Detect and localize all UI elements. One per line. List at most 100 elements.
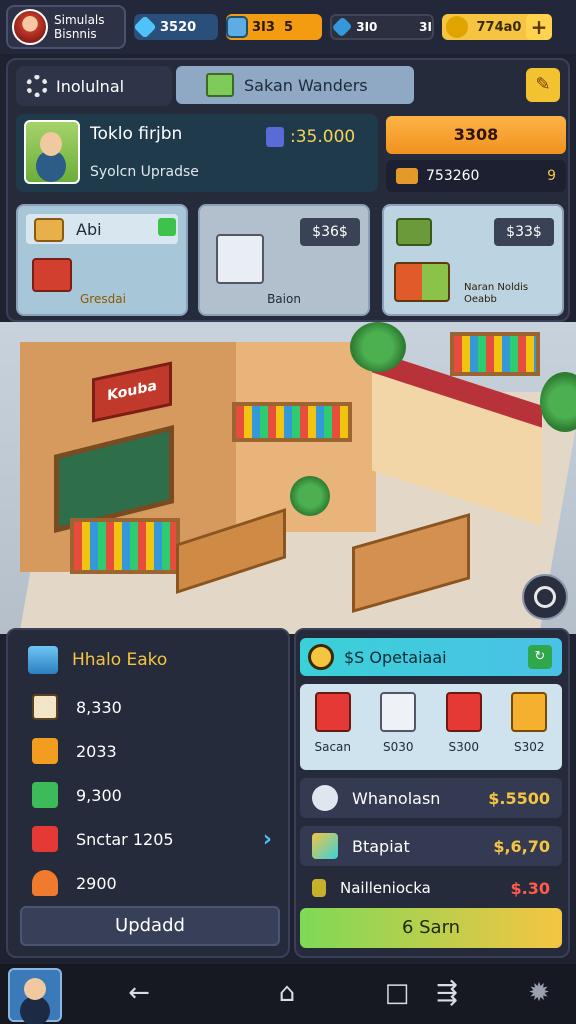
recent-icon[interactable]: □ xyxy=(380,978,414,1008)
bank-counter: 3I3 5 xyxy=(226,14,322,40)
gold-action-button[interactable]: 3308 xyxy=(386,116,566,154)
op-item-2[interactable]: S030 xyxy=(368,692,428,770)
tools-button[interactable]: ✎ xyxy=(526,68,560,102)
gear-icon xyxy=(26,75,48,97)
crystal-counter: 3I0 3I xyxy=(330,14,434,40)
chevron-right-icon[interactable]: › xyxy=(263,827,272,852)
calendar-icon xyxy=(32,826,58,852)
crate-icon xyxy=(206,73,234,97)
op-item-4-label: S302 xyxy=(513,740,545,754)
basket-icon xyxy=(32,258,72,292)
stock-stat: 753260 9 xyxy=(386,160,566,192)
brand-badge[interactable]: Simulals Bisnnis xyxy=(6,5,126,49)
profile-avatar-button[interactable] xyxy=(8,968,62,1022)
home-icon xyxy=(32,870,58,896)
brand-line-1: Simulals xyxy=(54,13,105,27)
op-item-3-label: S300 xyxy=(448,740,480,754)
shop-card-3[interactable]: $33$ Naran Noldis Oeabb xyxy=(382,204,564,316)
refresh-button[interactable]: ↻ xyxy=(528,645,552,669)
card-3-price: $33$ xyxy=(494,218,554,246)
card-2-label: Baion xyxy=(267,292,301,306)
stock-value: 753260 xyxy=(426,168,480,184)
stat-row-3[interactable]: 9,300 xyxy=(32,782,272,808)
jars-icon xyxy=(394,262,450,302)
op-row-3-label: Nailleniocka xyxy=(340,879,431,897)
store-scene[interactable]: Kouba xyxy=(0,322,576,634)
shop-card-1[interactable]: Abi Gresdai xyxy=(16,204,188,316)
earn-button[interactable]: 6 Sarn xyxy=(300,908,562,948)
op-item-2-label: S030 xyxy=(382,740,414,754)
crystal-icon xyxy=(331,16,353,38)
card-1-title: Abi xyxy=(76,219,102,239)
operations-panel: $S Opetaiaai ↻ Sacan S030 S300 S302 Whan… xyxy=(294,628,570,958)
target-icon xyxy=(534,586,556,608)
tab-main-label: Inolulnal xyxy=(56,76,125,96)
stats-panel: Hhalo Eako 8,330 2033 9,300 Snctar 1205 … xyxy=(6,628,290,958)
op-item-3[interactable]: S300 xyxy=(434,692,494,770)
op-row-3[interactable]: Nailleniocka $.30 xyxy=(300,868,562,908)
box-icon xyxy=(380,692,417,732)
locate-button[interactable] xyxy=(522,574,568,620)
crate-icon xyxy=(396,218,432,246)
person-icon xyxy=(312,785,338,811)
right-shelf[interactable] xyxy=(450,332,540,376)
manager-value-text: :35.000 xyxy=(290,127,356,147)
tab-main[interactable]: Inolulnal xyxy=(16,66,172,106)
tab-second[interactable]: Sakan Wanders xyxy=(176,66,414,104)
coin-icon xyxy=(446,16,468,38)
add-coins-button[interactable]: + xyxy=(526,14,552,40)
bank-value: 3I3 5 xyxy=(252,19,294,35)
op-item-1-label: Sacan xyxy=(314,740,352,754)
update-button[interactable]: Updadd xyxy=(20,906,280,946)
share-icon[interactable]: ⇶ xyxy=(430,978,464,1008)
top-bar: Simulals Bisnnis 3520 3I3 5 3I0 3I 774a0… xyxy=(0,0,576,54)
stat-row-2[interactable]: 2033 xyxy=(32,738,272,764)
cube-icon xyxy=(28,646,58,674)
stat-row-3-value: 9,300 xyxy=(76,785,122,805)
shop-card-2[interactable]: $36$ Baion xyxy=(198,204,370,316)
settings-icon[interactable]: ✹ xyxy=(522,978,556,1008)
plant-2 xyxy=(350,322,406,372)
system-upgrade-label: Syolcn Upradse xyxy=(90,164,199,180)
op-item-4[interactable]: S302 xyxy=(499,692,559,770)
ledger-icon xyxy=(32,782,58,808)
back-icon[interactable]: ← xyxy=(122,978,156,1008)
key-icon xyxy=(312,879,326,897)
stat-row-2-value: 2033 xyxy=(76,741,117,761)
wrench-icon: ✎ xyxy=(535,74,551,95)
coin-counter: 774a0 + xyxy=(442,14,552,40)
card-2-price: $36$ xyxy=(300,218,360,246)
op-row-2-label: Btapiat xyxy=(352,836,410,856)
plant-1 xyxy=(290,476,330,516)
stat-row-5[interactable]: 2900 xyxy=(32,870,272,896)
left-shelf[interactable] xyxy=(70,518,180,574)
operations-header: $S Opetaiaai ↻ xyxy=(300,638,562,676)
op-row-1[interactable]: Whanolasn $.5500 xyxy=(300,778,562,818)
manager-portrait xyxy=(24,120,80,184)
refresh-icon: ↻ xyxy=(534,649,546,664)
brand-title: Simulals Bisnnis xyxy=(54,13,105,41)
op-item-1[interactable]: Sacan xyxy=(303,692,363,770)
gem-icon xyxy=(133,15,157,39)
player-avatar xyxy=(12,9,48,45)
back-shelf[interactable] xyxy=(232,402,352,442)
gem-counter: 3520 xyxy=(133,14,218,40)
manager-profile[interactable]: Toklo firjbn :35.000 Syolcn Upradse xyxy=(16,114,378,192)
coin-value: 774a0 xyxy=(476,19,522,35)
op-row-2-value: $,6,70 xyxy=(493,836,550,856)
manager-name: Toklo firjbn xyxy=(90,124,183,144)
stat-row-1[interactable]: 8,330 xyxy=(32,694,272,720)
checkbox-icon xyxy=(32,694,58,720)
gift-icon xyxy=(511,692,548,732)
op-row-1-label: Whanolasn xyxy=(352,788,441,808)
stats-header: Hhalo Eako xyxy=(28,646,167,674)
stat-row-5-value: 2900 xyxy=(76,873,117,893)
stack-icon xyxy=(396,168,418,184)
box-icon xyxy=(34,218,64,242)
stat-row-1-value: 8,330 xyxy=(76,697,122,717)
home-icon[interactable]: ⌂ xyxy=(270,978,304,1008)
operations-title: $S Opetaiaai xyxy=(344,647,447,667)
op-row-2[interactable]: Btapiat $,6,70 xyxy=(300,826,562,866)
op-row-3-value: $.30 xyxy=(510,878,550,898)
stat-row-4[interactable]: Snctar 1205 › xyxy=(32,826,272,852)
